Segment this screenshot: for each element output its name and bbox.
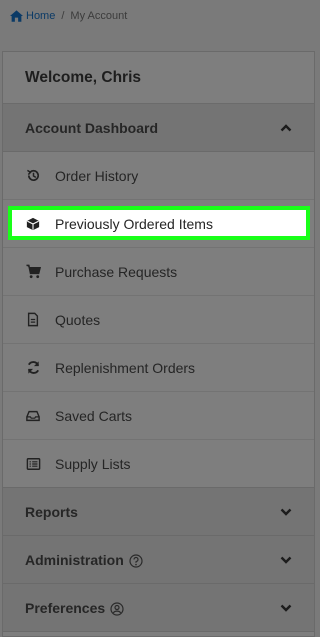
dashboard-menu: Order History Previously Ordered Items P… — [3, 152, 314, 488]
section-title: Account Dashboard — [25, 119, 159, 136]
welcome-heading: Welcome, Chris — [3, 52, 314, 104]
section-administration[interactable]: Administration — [3, 536, 314, 584]
document-icon — [25, 312, 41, 328]
menu-item-label: Order History — [55, 167, 139, 184]
menu-item-label: Supply Lists — [55, 455, 131, 472]
menu-item-previously-ordered-items[interactable]: Previously Ordered Items — [3, 200, 314, 248]
menu-item-order-history[interactable]: Order History — [3, 152, 314, 200]
history-icon — [25, 168, 41, 184]
section-account-dashboard[interactable]: Account Dashboard — [3, 104, 314, 152]
inbox-icon — [25, 408, 41, 424]
section-preferences[interactable]: Preferences — [3, 584, 314, 632]
menu-item-quotes[interactable]: Quotes — [3, 296, 314, 344]
user-circle-icon[interactable] — [110, 601, 124, 616]
section-title: Reports — [25, 503, 78, 520]
home-icon[interactable] — [10, 10, 23, 22]
section-title: Preferences — [25, 599, 106, 616]
menu-item-replenishment-orders[interactable]: Replenishment Orders — [3, 344, 314, 392]
breadcrumb-separator: / — [61, 10, 65, 22]
box-icon — [25, 216, 41, 232]
chevron-down-icon[interactable] — [280, 554, 292, 566]
breadcrumb-home-link[interactable]: Home — [26, 10, 55, 22]
menu-item-label: Saved Carts — [55, 407, 133, 424]
menu-item-supply-lists[interactable]: Supply Lists — [3, 440, 314, 488]
menu-item-label: Previously Ordered Items — [55, 215, 213, 232]
breadcrumb-current: My Account — [70, 10, 128, 22]
menu-item-label: Replenishment Orders — [55, 359, 196, 376]
chevron-up-icon[interactable] — [280, 122, 292, 134]
chevron-down-icon[interactable] — [280, 602, 292, 614]
breadcrumb: Home / My Account — [10, 7, 127, 25]
refresh-icon — [25, 360, 41, 376]
cart-icon — [25, 264, 41, 280]
help-icon[interactable] — [129, 553, 143, 568]
section-title: Administration — [25, 551, 124, 568]
menu-item-saved-carts[interactable]: Saved Carts — [3, 392, 314, 440]
list-icon — [25, 456, 41, 472]
section-reports[interactable]: Reports — [3, 488, 314, 536]
menu-item-purchase-requests[interactable]: Purchase Requests — [3, 248, 314, 296]
chevron-down-icon[interactable] — [280, 506, 292, 518]
menu-item-label: Quotes — [55, 311, 101, 328]
account-panel: Welcome, Chris Account Dashboard Order H… — [2, 51, 315, 637]
menu-item-label: Purchase Requests — [55, 263, 178, 280]
